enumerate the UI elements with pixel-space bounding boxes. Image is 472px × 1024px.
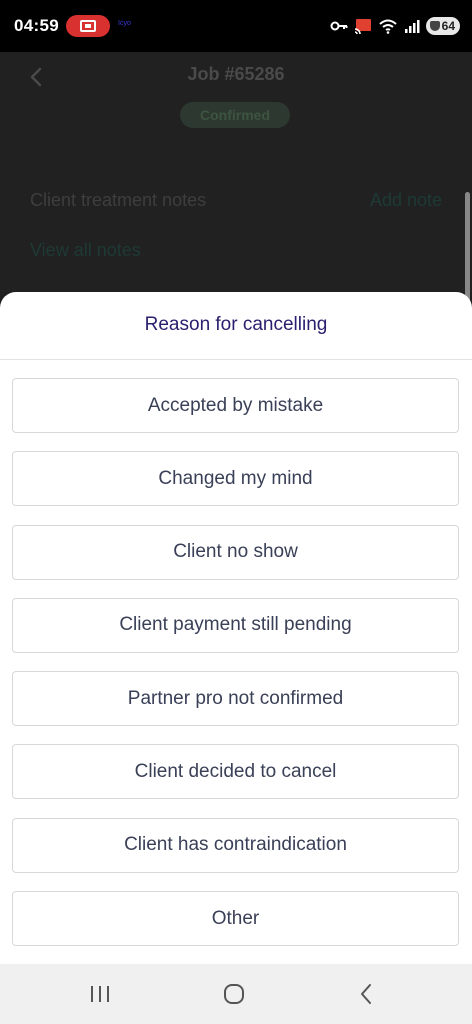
view-all-notes-link[interactable]: View all notes [30, 240, 141, 261]
screen-record-icon [66, 15, 110, 37]
back-icon [361, 984, 371, 1004]
divider [0, 359, 472, 360]
page-title: Job #65286 [187, 64, 285, 84]
key-icon [330, 21, 348, 31]
recent-apps-button[interactable] [80, 978, 120, 1010]
notification-label: Icyo [118, 20, 131, 27]
sheet-title: Reason for cancelling [144, 314, 328, 335]
cast-icon [354, 19, 371, 34]
wifi-icon [379, 19, 397, 34]
reason-client-no-show-button[interactable]: Client no show [12, 524, 459, 580]
reason-client-has-contraindication-button[interactable]: Client has contraindication [12, 817, 459, 873]
reason-client-payment-pending-button[interactable]: Client payment still pending [12, 597, 459, 653]
cancel-reason-sheet: Reason for cancelling Accepted by mistak… [0, 292, 472, 964]
navigation-bar [0, 964, 472, 1024]
job-details-screen: Job #65286 Confirmed Client treatment no… [0, 52, 472, 292]
home-icon [224, 984, 244, 1004]
notes-section-title: Client treatment notes [30, 190, 207, 210]
home-button[interactable] [214, 978, 254, 1010]
reason-other-button[interactable]: Other [12, 891, 459, 947]
reason-changed-my-mind-button[interactable]: Changed my mind [12, 451, 459, 507]
battery-level: 64 [441, 19, 455, 33]
back-button[interactable] [346, 978, 386, 1010]
recent-apps-icon [91, 986, 109, 1002]
status-time: 04:59 [14, 16, 59, 35]
reason-list: Accepted by mistake Changed my mind Clie… [12, 378, 459, 964]
reason-partner-pro-not-confirmed-button[interactable]: Partner pro not confirmed [12, 671, 459, 727]
status-bar: 04:59 Icyo 64 [0, 0, 472, 52]
reason-accepted-by-mistake-button[interactable]: Accepted by mistake [12, 378, 459, 433]
status-badge: Confirmed [180, 102, 290, 128]
signal-icon [405, 20, 420, 33]
reason-client-decided-to-cancel-button[interactable]: Client decided to cancel [12, 744, 459, 800]
status-icons: 64 [330, 14, 460, 38]
add-note-link[interactable]: Add note [370, 190, 442, 211]
battery-icon: 64 [426, 17, 460, 35]
